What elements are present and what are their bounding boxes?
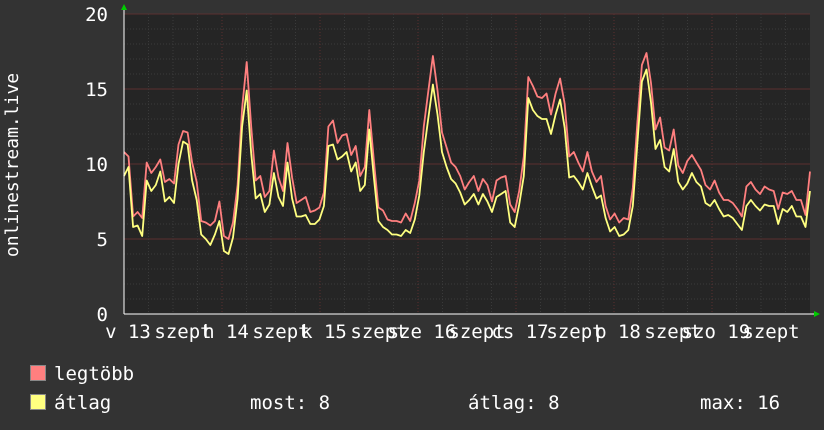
legend-label-max: legtöbb: [54, 363, 135, 385]
legend-item-max: legtöbb: [30, 363, 134, 385]
x-tick-label: v 13: [105, 321, 151, 343]
x-tick-label: cs 17: [491, 321, 548, 343]
y-axis-label: onlinestream.live: [2, 73, 23, 257]
y-tick-label: 10: [85, 154, 108, 176]
stat-maximum-label: max:: [700, 392, 746, 414]
y-tick-label: 20: [85, 4, 108, 26]
x-tick-label: szo 19: [682, 321, 751, 343]
legend-swatch-avg: [30, 394, 46, 410]
legend-item-avg: átlag: [30, 392, 111, 414]
stat-average-label: átlag:: [468, 392, 537, 414]
stat-current: most: 8: [250, 392, 330, 414]
x-tick-label: h 14: [203, 321, 249, 343]
stat-current-label: most:: [250, 392, 308, 414]
legend-label-avg: átlag: [54, 392, 112, 414]
y-axis-arrow: [121, 4, 127, 10]
x-tick-label: szept: [742, 321, 799, 343]
stat-maximum-value: 16: [757, 392, 781, 414]
x-tick-label: k 15: [301, 321, 347, 343]
x-tick-label: sze 16: [388, 321, 457, 343]
y-tick-label: 5: [97, 229, 108, 251]
legend-swatch-max: [30, 365, 46, 381]
x-axis-arrow: [814, 311, 820, 317]
stat-maximum: max: 16: [700, 392, 780, 414]
stat-current-value: 8: [318, 392, 331, 414]
y-tick-label: 15: [85, 79, 108, 101]
stat-average: átlag: 8: [468, 392, 560, 414]
x-tick-label: p 18: [595, 321, 641, 343]
stat-average-value: 8: [548, 392, 560, 414]
